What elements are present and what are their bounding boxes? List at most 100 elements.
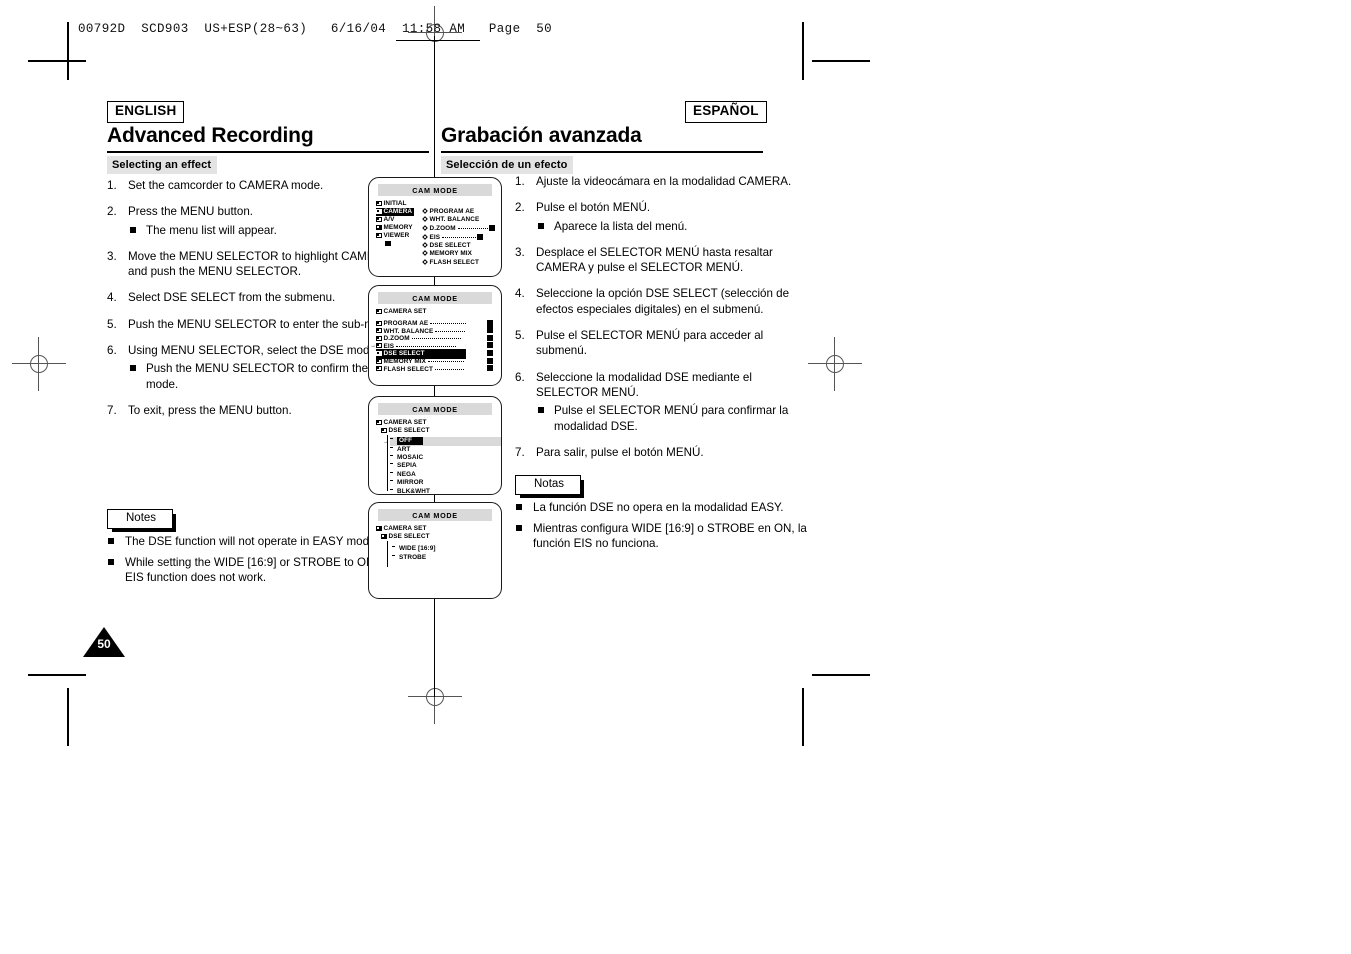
lcd-menu-item-label: MEMORY [383, 224, 413, 232]
instruction-step: 7. Para salir, pulse el botón MENÚ. [515, 445, 805, 460]
lcd-submenu-item: D.ZOOM [422, 224, 501, 233]
substep-text: The menu list will appear. [146, 223, 277, 237]
lcd-option-item: BLK&WHT [390, 487, 501, 495]
lcd-cursor-block [385, 240, 391, 248]
lcd-menu-item-label: INITIAL [383, 200, 407, 207]
leader-dots [430, 319, 467, 325]
step-number: 6. [515, 370, 525, 384]
step-number: 7. [107, 403, 117, 417]
instruction-step: 5. Push the MENU SELECTOR to enter the su… [107, 317, 397, 332]
notes-label-spanish: Notas [515, 475, 585, 499]
folder-icon [376, 335, 382, 341]
prepress-slug-rule [396, 40, 480, 41]
section-title-english: Selecting an effect [107, 156, 218, 175]
diamond-bullet-icon [422, 208, 428, 214]
step-number: 3. [107, 249, 117, 263]
lcd-option-label: MIRROR [397, 479, 424, 487]
lcd-screen-main-menu: CAM MODE INITIAL CAMERA A/V MEMORY VIEWER PR… [368, 177, 502, 277]
lcd-option-item: STROBE [392, 554, 501, 563]
folder-icon [376, 200, 382, 206]
lcd-submenu-row: DSE SELECT [376, 349, 501, 359]
lcd-submenu-item: MEMORY MIX [422, 250, 501, 258]
lcd-submenu-row: PROGRAM AE [376, 319, 501, 328]
title-rule-english [107, 151, 429, 154]
step-text: Ajuste la videocámara en la modalidad CA… [536, 175, 792, 188]
lcd-option-label: BLK&WHT [397, 487, 430, 495]
notes-label-english: Notes [107, 509, 177, 533]
lcd-screen-dse-select-options: CAM MODE CAMERA SET DSE SELECT → OFF ART MO… [368, 396, 502, 495]
note-text: The DSE function will not operate in EAS… [125, 535, 379, 549]
step-text: Pulse el botón MENÚ. [536, 201, 651, 215]
lcd-option-item: ART [390, 446, 501, 454]
leader-dots [396, 342, 456, 347]
substep-text: Pulse el SELECTOR MENÚ para confirmar la… [554, 404, 789, 433]
crop-mark-bottom-left-horizontal [28, 674, 86, 676]
step-number: 3. [515, 245, 525, 259]
folder-icon [376, 232, 382, 238]
tree-tick-icon [390, 463, 393, 465]
lcd-toggle-indicator [487, 342, 493, 349]
instruction-step: 6. Seleccione la modalidad DSE mediante e… [515, 370, 805, 434]
folder-icon [376, 216, 382, 222]
diamond-bullet-icon [422, 234, 428, 241]
note-item: La función DSE no opera en la modalidad … [515, 500, 815, 515]
instruction-step: 7. To exit, press the MENU button. [107, 403, 397, 418]
diamond-bullet-icon [422, 225, 428, 232]
note-item: Mientras configura WIDE [16:9] o STROBE … [515, 521, 815, 552]
instruction-step: 2. Pulse el botón MENÚ. Aparece la lista d… [515, 200, 805, 234]
lcd-menu-item: MEMORY [376, 224, 420, 232]
lcd-submenu-row: MEMORY MIX [376, 357, 501, 365]
lcd-submenu-row: WHT. BALANCE [376, 327, 501, 335]
lcd-toggle-indicator [487, 357, 493, 364]
lcd-submenu-item: WHT. BALANCE [422, 216, 501, 224]
bullet-square-icon [538, 407, 544, 414]
lcd-title-bar: CAM MODE [378, 292, 492, 304]
lcd-submenu-item-label: D.ZOOM [429, 225, 456, 233]
notes-block-spanish: Notas La función DSE no opera en la moda… [515, 474, 815, 551]
lcd-option-item: WIDE [16:9] [392, 545, 501, 554]
diamond-bullet-icon [422, 258, 428, 265]
prepress-slug: 00792D SCD903 US+ESP(28~63) 6/16/04 11:5… [78, 22, 553, 36]
step-text: Seleccione la opción DSE SELECT (selecci… [536, 287, 790, 316]
lcd-breadcrumb-level1: CAMERA SET [376, 419, 501, 427]
lcd-submenu-item-label: FLASH SELECT [383, 365, 433, 373]
instruction-substep: Push the MENU SELECTOR to confirm the DS… [128, 361, 397, 392]
lcd-menu-item-label: CAMERA [383, 208, 413, 216]
step-number: 6. [107, 344, 117, 358]
language-tag-spanish: ESPAÑOL [685, 101, 767, 123]
crop-mark-top-right-horizontal [812, 60, 870, 62]
lcd-option-label: OFF [397, 437, 423, 446]
lcd-option-label: STROBE [399, 554, 427, 562]
step-text: Seleccione la modalidad DSE mediante el … [536, 370, 752, 399]
chapter-title-spanish: Grabación avanzada [441, 124, 642, 147]
title-rule-spanish [441, 151, 763, 154]
instruction-substep: The menu list will appear. [128, 223, 397, 238]
bullet-square-icon [108, 558, 114, 565]
lcd-toggle-indicator [477, 233, 484, 240]
step-number: 5. [107, 317, 117, 331]
tree-stem-line [387, 541, 388, 567]
note-text: While setting the WIDE [16:9] or STROBE … [125, 555, 397, 585]
language-tag-english: ENGLISH [107, 101, 185, 123]
lcd-menu-item-label: VIEWER [383, 232, 410, 240]
step-text: Using MENU SELECTOR, select the DSE mode… [128, 344, 380, 358]
tree-tick-icon [390, 438, 393, 439]
note-item: While setting the WIDE [16:9] or STROBE … [107, 555, 407, 586]
lcd-breadcrumb-level2: DSE SELECT [381, 427, 501, 435]
tree-tick-icon [390, 488, 393, 490]
instruction-step: 1. Ajuste la videocámara en la modalidad … [515, 174, 805, 189]
lcd-submenu-item: FLASH SELECT [422, 258, 501, 267]
page-number-text: 50 [97, 637, 111, 651]
lcd-title-bar: CAM MODE [378, 184, 492, 196]
substep-text: Push the MENU SELECTOR to confirm the DS… [146, 362, 396, 391]
instruction-list-spanish: 1. Ajuste la videocámara en la modalidad … [515, 174, 805, 471]
lcd-toggle-indicator [487, 365, 493, 372]
instruction-step: 1. Set the camcorder to CAMERA mode. [107, 178, 397, 193]
instruction-step: 2. Press the MENU button. The menu list wi… [107, 204, 397, 238]
step-number: 2. [515, 201, 525, 215]
lcd-submenu-row: D.ZOOM [376, 334, 501, 342]
diamond-bullet-icon [422, 216, 428, 222]
leader-dots [435, 327, 465, 332]
step-text: Press the MENU button. [128, 205, 254, 219]
lcd-breadcrumb-level1: CAMERA SET [376, 525, 501, 533]
